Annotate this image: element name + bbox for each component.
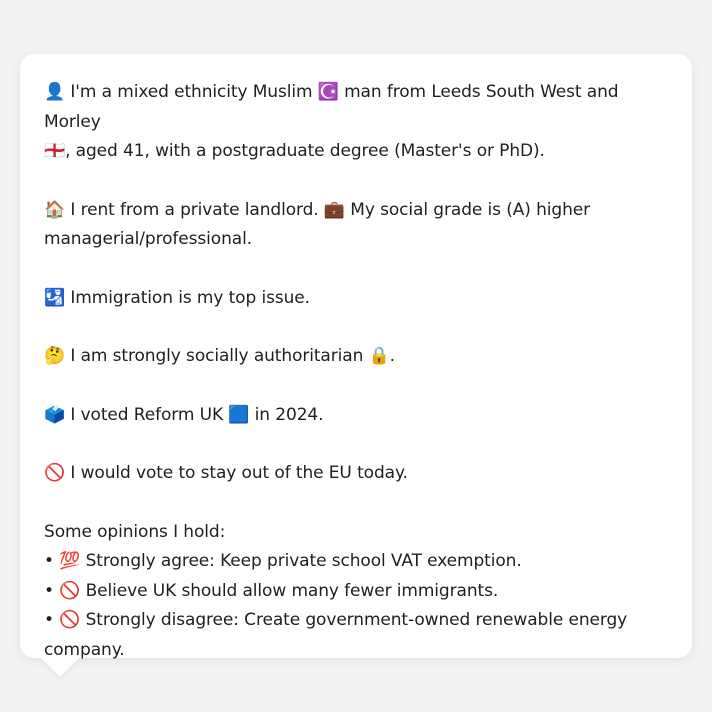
bubble-tail (40, 657, 80, 677)
opinions-heading: Some opinions I hold: (44, 521, 226, 542)
vote-paragraph: 🗳️ I voted Reform UK 🟦 in 2024. (44, 401, 668, 431)
opinion-item: • 💯 Strongly agree: Keep private school … (44, 551, 522, 571)
eu-paragraph: 🚫 I would vote to stay out of the EU tod… (44, 459, 668, 489)
opinion-item-continuation: company. (44, 639, 125, 660)
housing-line-2: managerial/professional. (44, 229, 253, 249)
intro-line-1: 👤 I'm a mixed ethnicity Muslim ☪️ man fr… (44, 82, 619, 132)
housing-paragraph: 🏠 I rent from a private landlord. 💼 My s… (44, 196, 668, 255)
vote-text: 🗳️ I voted Reform UK 🟦 in 2024. (44, 404, 324, 425)
opinions-paragraph: Some opinions I hold: • 💯 Strongly agree… (44, 518, 668, 666)
opinion-item: • 🚫 Believe UK should allow many fewer i… (44, 580, 499, 601)
intro-paragraph: 👤 I'm a mixed ethnicity Muslim ☪️ man fr… (44, 78, 668, 167)
social-view-text: 🤔 I am strongly socially authoritarian 🔒… (44, 346, 395, 366)
eu-text: 🚫 I would vote to stay out of the EU tod… (44, 463, 408, 483)
intro-line-2: 🏴󠁧󠁢󠁥󠁮󠁧󠁿, aged 41, with a postgraduate de… (44, 141, 545, 161)
top-issue-text: 🛂 Immigration is my top issue. (44, 287, 310, 308)
top-issue-paragraph: 🛂 Immigration is my top issue. (44, 284, 668, 314)
housing-line-1: 🏠 I rent from a private landlord. 💼 My s… (44, 199, 591, 220)
message-bubble: 👤 I'm a mixed ethnicity Muslim ☪️ man fr… (20, 54, 692, 660)
opinion-item: • 🚫 Strongly disagree: Create government… (44, 610, 628, 630)
social-view-paragraph: 🤔 I am strongly socially authoritarian 🔒… (44, 342, 668, 372)
